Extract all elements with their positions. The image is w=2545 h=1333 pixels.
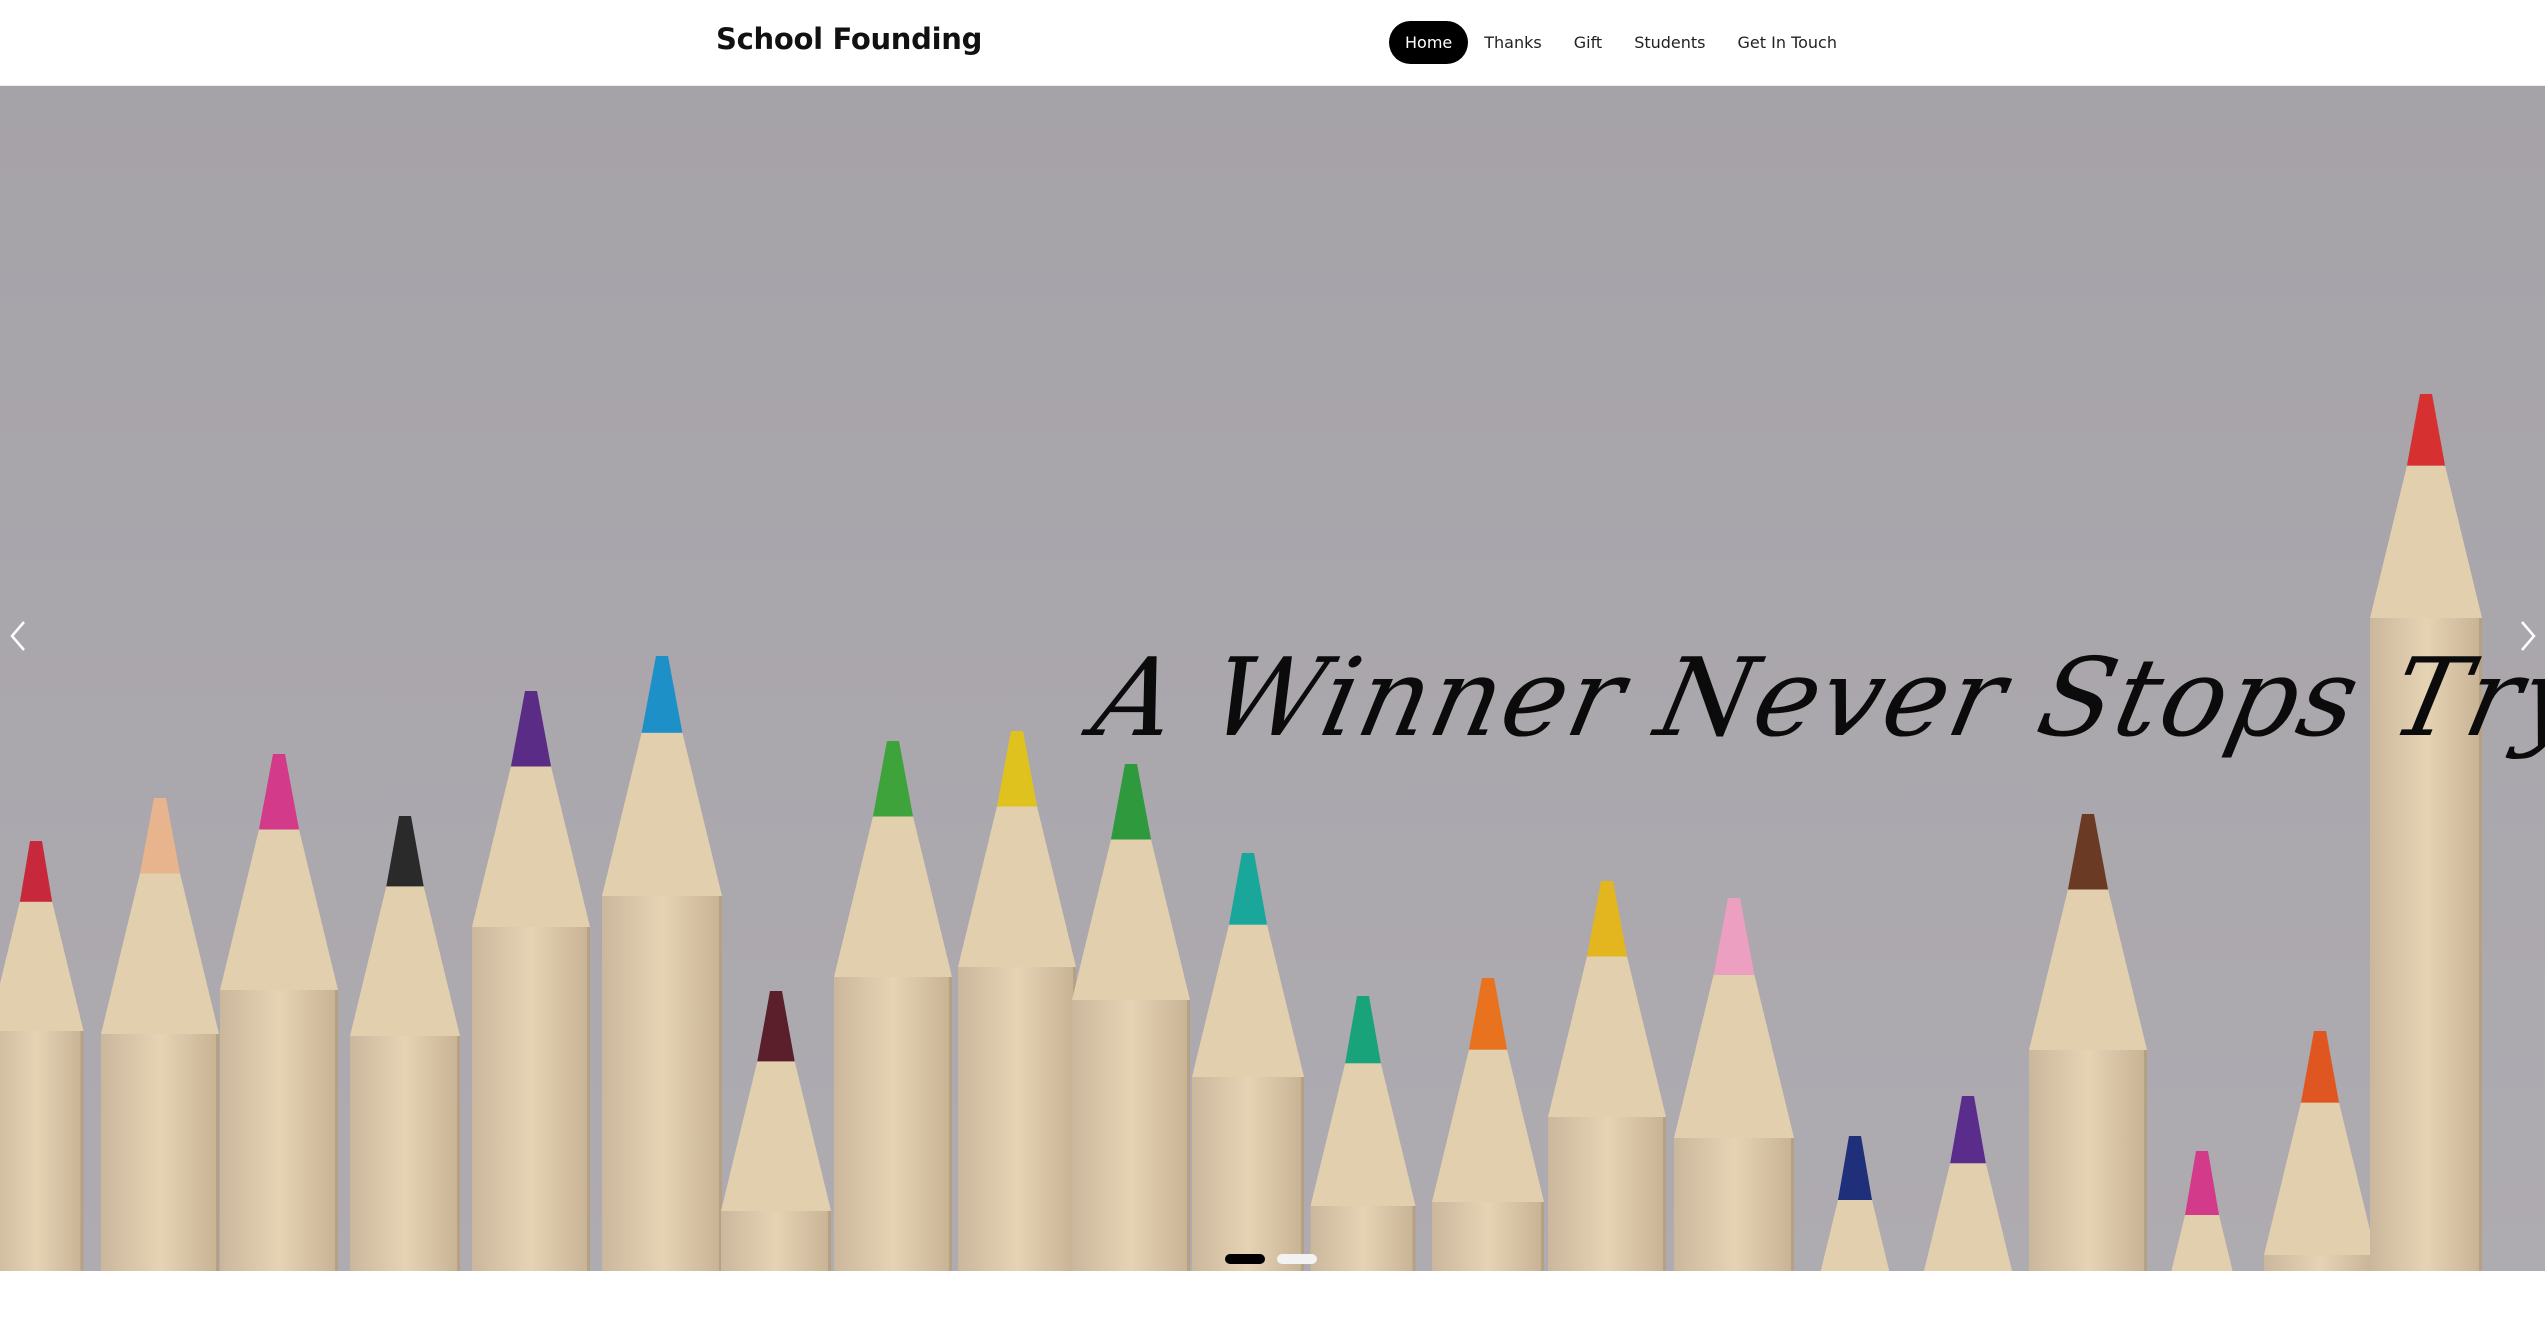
- chevron-left-icon: [10, 621, 25, 651]
- carousel-prev-button[interactable]: [0, 606, 40, 666]
- site-brand[interactable]: School Founding: [716, 22, 982, 56]
- chevron-right-icon: [2521, 621, 2536, 651]
- main-nav: Home Thanks Gift Students Get In Touch: [1389, 21, 1853, 64]
- site-header: School Founding Home Thanks Gift Student…: [0, 0, 2545, 86]
- nav-item-students[interactable]: Students: [1618, 21, 1721, 64]
- nav-item-gift[interactable]: Gift: [1558, 21, 1618, 64]
- carousel-dot-1[interactable]: [1225, 1254, 1265, 1264]
- nav-item-home[interactable]: Home: [1389, 21, 1469, 64]
- nav-item-get-in-touch[interactable]: Get In Touch: [1722, 21, 1853, 64]
- hero-carousel: A Winner Never Stops Trying !: [0, 86, 2545, 1271]
- nav-item-thanks[interactable]: Thanks: [1468, 21, 1557, 64]
- carousel-indicators: [1225, 1254, 1329, 1264]
- carousel-dot-2[interactable]: [1277, 1254, 1317, 1264]
- carousel-next-button[interactable]: [2506, 606, 2545, 666]
- hero-slogan: A Winner Never Stops Trying !: [1083, 636, 2545, 761]
